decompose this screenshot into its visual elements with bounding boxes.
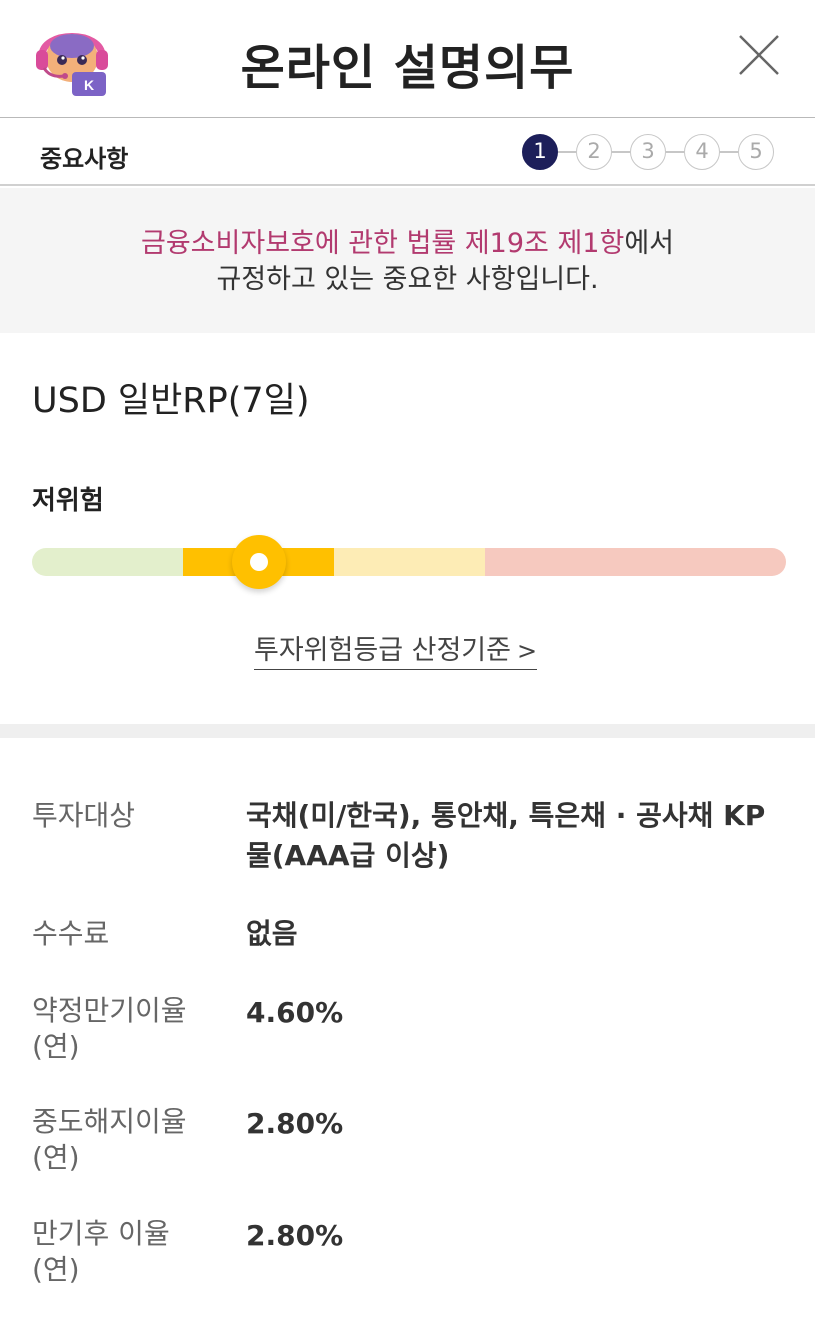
risk-criteria-link-label: 투자위험등급 산정기준 [254, 635, 511, 666]
notice-suffix: 에서 [624, 228, 674, 259]
close-button[interactable] [732, 28, 786, 82]
risk-segment-1 [32, 548, 183, 576]
info-key-line: 만기후 이율 [32, 1217, 170, 1250]
step-1: 1 [522, 134, 558, 170]
risk-segment-4 [485, 548, 786, 576]
step-2: 2 [576, 134, 612, 170]
step-3: 3 [630, 134, 666, 170]
risk-level-label: 저위험 [32, 486, 104, 516]
info-value-line: 국채(미/한국), 통안채, 특은채 · 공사채 KP [246, 799, 766, 832]
info-key: 수수료 [32, 917, 110, 950]
risk-gauge [32, 548, 786, 576]
notice-law-highlight: 금융소비자보호에 관한 법률 제19조 제1항 [141, 228, 625, 259]
risk-gauge-knob [232, 535, 286, 589]
step-connector [720, 151, 738, 153]
chevron-right-icon: > [516, 637, 538, 665]
step-5: 5 [738, 134, 774, 170]
step-4: 4 [684, 134, 720, 170]
step-connector [612, 151, 630, 153]
info-key-line: 약정만기이율 [32, 994, 187, 1027]
info-key-line: (연) [32, 1030, 80, 1063]
risk-segment-3 [334, 548, 485, 576]
info-value: 4.60% [246, 996, 344, 1029]
step-indicator: 1 2 3 4 5 [522, 134, 778, 170]
info-value: 국채(미/한국), 통안채, 특은채 · 공사채 KP 물(AAA급 이상) [246, 796, 791, 876]
product-name: USD 일반RP(7일) [32, 381, 310, 421]
info-key: 중도해지이율 (연) [32, 1104, 232, 1176]
header: K 온라인 설명의무 [0, 0, 815, 118]
info-value: 2.80% [246, 1219, 344, 1252]
info-key-line: 중도해지이율 [32, 1105, 187, 1138]
risk-criteria-link[interactable]: 투자위험등급 산정기준 > [254, 628, 538, 670]
info-value: 없음 [246, 917, 298, 950]
info-key: 약정만기이율 (연) [32, 993, 232, 1065]
step-connector [666, 151, 684, 153]
page-title: 온라인 설명의무 [240, 40, 575, 96]
section-divider [0, 724, 815, 738]
step-connector [558, 151, 576, 153]
step-label: 중요사항 [40, 145, 129, 173]
info-key: 만기후 이율 (연) [32, 1216, 232, 1288]
info-key: 투자대상 [32, 799, 136, 832]
info-value-line: 물(AAA급 이상) [246, 839, 450, 872]
notice-line2: 규정하고 있는 중요한 사항입니다. [216, 264, 599, 295]
notice-text: 금융소비자보호에 관한 법률 제19조 제1항에서 규정하고 있는 중요한 사항… [0, 226, 815, 298]
legal-notice: 금융소비자보호에 관한 법률 제19조 제1항에서 규정하고 있는 중요한 사항… [0, 188, 815, 333]
close-icon [739, 35, 779, 75]
info-key-line: (연) [32, 1253, 80, 1286]
info-value: 2.80% [246, 1107, 344, 1140]
step-bar: 중요사항 1 2 3 4 5 [0, 119, 815, 186]
info-key-line: (연) [32, 1141, 80, 1174]
